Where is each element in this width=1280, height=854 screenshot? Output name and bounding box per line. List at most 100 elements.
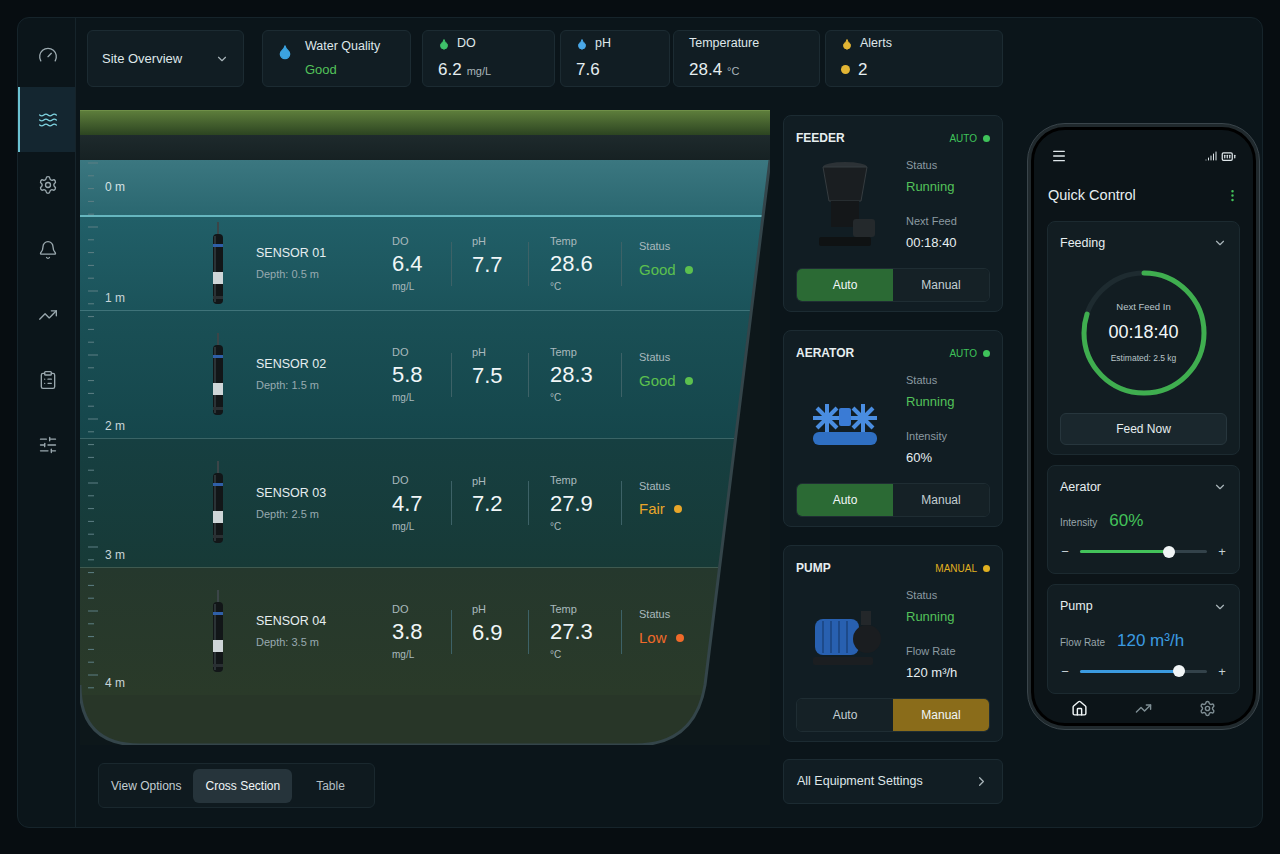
decrease-button[interactable]: − (1060, 662, 1070, 682)
sidebar-item[interactable] (18, 87, 75, 152)
view-options: View OptionsCross SectionTable (98, 763, 375, 808)
do-label: DO (392, 233, 451, 250)
app: Site OverviewWater QualityGoodDO6.2mg/Lp… (0, 0, 1280, 854)
slider[interactable] (1080, 550, 1207, 553)
all-equipment-settings[interactable]: All Equipment Settings (783, 759, 1003, 804)
sensor-depth: Depth: 1.5 m (256, 377, 392, 394)
nav-item[interactable] (1065, 694, 1093, 722)
ph-label: pH (472, 233, 528, 250)
nav-item[interactable] (1129, 694, 1157, 722)
control-label: Intensity (1060, 515, 1097, 530)
phone-title: Quick Control (1048, 185, 1136, 207)
status-label: Status (906, 372, 954, 389)
site-selector-label: Site Overview (102, 49, 182, 69)
status-dot (685, 377, 693, 385)
summary-label: Water Quality (305, 37, 380, 56)
mode-button[interactable]: Auto (797, 484, 893, 516)
slider-thumb[interactable] (1173, 665, 1185, 677)
summary-label: Alerts (860, 34, 892, 53)
sensor-row[interactable]: 2 mSENSOR 02Depth: 1.5 mDO5.8mg/LpH7.5Te… (80, 310, 770, 438)
summary-card[interactable]: Alerts 2 (825, 30, 1003, 87)
sensor-row[interactable]: 3 mSENSOR 03Depth: 2.5 mDO4.7mg/LpH7.2Te… (80, 438, 770, 567)
sidebar-item[interactable] (18, 152, 75, 217)
sensor-row[interactable]: 1 mSENSOR 01Depth: 0.5 mDO6.4mg/LpH7.7Te… (80, 215, 770, 310)
view-option[interactable]: Cross Section (193, 769, 292, 803)
water-surface: 0 m (80, 160, 770, 215)
site-selector[interactable]: Site Overview (87, 30, 244, 87)
view-option[interactable]: Table (304, 769, 357, 803)
temp-label: Temp (550, 233, 621, 250)
status-label: Status (906, 157, 957, 174)
decrease-button[interactable]: − (1060, 542, 1070, 562)
sidebar-item[interactable] (18, 282, 75, 347)
sensor-depth: Depth: 3.5 m (256, 634, 392, 651)
ph-value: 7.7 (472, 250, 528, 280)
mode-button[interactable]: Manual (893, 269, 989, 301)
status-value: Running (906, 607, 957, 627)
chevron-right-icon (974, 774, 989, 789)
depth-mark: 0 m (105, 180, 125, 194)
feeding-title: Feeding (1060, 234, 1105, 253)
sidebar-item[interactable] (18, 22, 75, 87)
equipment-card: FEEDERAUTOStatusRunningNext Feed00:18:40… (783, 115, 1003, 312)
do-value: 3.8 (392, 617, 451, 647)
mode-dot (983, 350, 990, 357)
home-icon (1071, 700, 1088, 717)
mode-label: MANUAL (935, 561, 977, 576)
more-icon[interactable] (1225, 188, 1240, 203)
chevron-down-icon[interactable] (1213, 236, 1227, 250)
summary-label: DO (457, 34, 476, 53)
depth-mark: 2 m (105, 417, 125, 435)
summary-value: 6.2 (438, 57, 462, 83)
ph-label: pH (472, 601, 528, 618)
slider-fill (1080, 550, 1169, 553)
summary-value: 28.4 (689, 57, 722, 83)
do-value: 5.8 (392, 360, 451, 390)
mode-button[interactable]: Manual (893, 484, 989, 516)
status-value: Running (906, 177, 957, 197)
main-panel: Site OverviewWater QualityGoodDO6.2mg/Lp… (17, 17, 1263, 828)
depth-mark: 3 m (105, 546, 125, 564)
droplet-icon (438, 38, 450, 50)
sidebar-item[interactable] (18, 347, 75, 412)
summary-card[interactable]: DO6.2mg/L (422, 30, 555, 87)
slider-thumb[interactable] (1163, 546, 1175, 558)
summary-card[interactable]: pH7.6 (560, 30, 670, 87)
chevron-down-icon[interactable] (1213, 480, 1227, 494)
mode-button[interactable]: Manual (893, 699, 989, 731)
mode-button[interactable]: Auto (797, 269, 893, 301)
waves-icon (38, 110, 58, 130)
status-value: Low (639, 627, 667, 650)
summary-card[interactable]: Temperature28.4°C (673, 30, 820, 87)
menu-icon[interactable] (1051, 148, 1067, 164)
depth-ruler-icon (88, 162, 100, 702)
increase-button[interactable]: + (1217, 542, 1227, 562)
summary-card[interactable]: Water Quality Good (262, 30, 411, 87)
pump-image (805, 587, 885, 682)
summary-value: 2 (858, 57, 867, 83)
status-dot (685, 266, 693, 274)
nav-item[interactable] (1194, 694, 1222, 722)
gear-icon (1199, 700, 1216, 717)
droplet-icon (277, 44, 293, 60)
mode-button[interactable]: Auto (797, 699, 893, 731)
feed-now-button[interactable]: Feed Now (1060, 413, 1227, 445)
increase-button[interactable]: + (1217, 662, 1227, 682)
sidebar-item[interactable] (18, 412, 75, 477)
equipment-name: PUMP (796, 559, 831, 577)
sidebar-item[interactable] (18, 217, 75, 282)
do-value: 6.4 (392, 249, 451, 279)
sensor-row[interactable]: 4 mSENSOR 04Depth: 3.5 mDO3.8mg/LpH6.9Te… (80, 567, 770, 695)
detail-value: 60% (906, 448, 954, 468)
all-equipment-settings-label: All Equipment Settings (797, 772, 923, 791)
control-card: AeratorIntensity60%−+ (1047, 465, 1240, 575)
signal-icon (1205, 150, 1217, 162)
equipment-name: AERATOR (796, 344, 854, 362)
mode-toggle: AutoManual (796, 268, 990, 302)
control-card: PumpFlow Rate120 m³/h−+ (1047, 584, 1240, 694)
sidebar (18, 18, 76, 827)
control-value: 120 m³/h (1117, 628, 1184, 654)
summary-value: Good (305, 60, 380, 80)
slider[interactable] (1080, 670, 1207, 673)
chevron-down-icon[interactable] (1213, 600, 1227, 614)
